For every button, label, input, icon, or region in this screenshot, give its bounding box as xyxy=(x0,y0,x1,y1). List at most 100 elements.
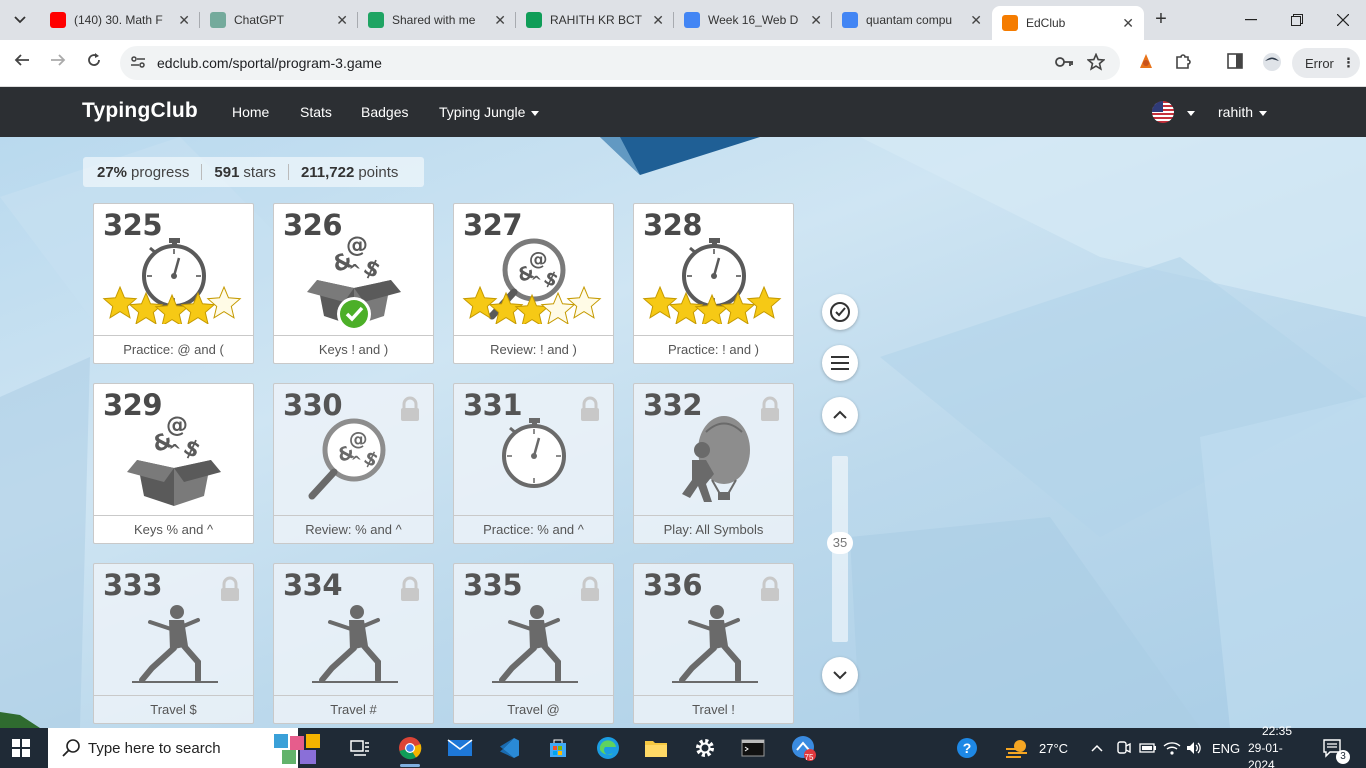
forward-button[interactable] xyxy=(46,51,70,75)
lock-icon xyxy=(581,396,599,421)
new-tab-button[interactable]: + xyxy=(1150,8,1172,30)
weather-widget[interactable]: 27°C xyxy=(1005,728,1068,768)
url-text: edclub.com/sportal/program-3.game xyxy=(157,55,382,71)
profile-avatar[interactable] xyxy=(1261,52,1283,74)
google-docs-icon xyxy=(684,12,700,28)
taskbar-search[interactable]: Type here to search xyxy=(48,728,320,768)
browser-tab[interactable]: ChatGPT ✕ xyxy=(200,6,358,34)
taskbar-search-placeholder: Type here to search xyxy=(88,739,221,757)
progress-percent-label: progress xyxy=(131,163,190,181)
close-tab-icon[interactable]: ✕ xyxy=(1122,15,1134,32)
show-hidden-icons[interactable] xyxy=(1091,728,1103,768)
meet-now-icon[interactable] xyxy=(1115,728,1131,768)
lesson-number: 325 xyxy=(103,208,163,242)
task-view-button[interactable] xyxy=(344,732,376,764)
nav-home[interactable]: Home xyxy=(232,104,269,120)
menu-button[interactable] xyxy=(822,345,858,381)
lesson-number: 331 xyxy=(463,388,523,422)
lesson-card[interactable]: 328 Practice: ! and ) xyxy=(633,203,794,364)
clock[interactable]: 22:35 29-01-2024 xyxy=(1248,724,1306,768)
extension-fox-icon[interactable] xyxy=(1135,52,1157,74)
user-menu[interactable]: rahith xyxy=(1218,104,1268,120)
lesson-card[interactable]: 325 Practice: @ and ( xyxy=(93,203,254,364)
nav-badges[interactable]: Badges xyxy=(361,104,408,120)
search-icon xyxy=(62,739,80,757)
lesson-card[interactable]: 332 Play: All Symbols xyxy=(633,383,794,544)
us-flag-icon[interactable] xyxy=(1152,101,1174,123)
language-dropdown[interactable] xyxy=(1181,104,1195,120)
typingclub-logo[interactable]: TypingClub xyxy=(82,99,198,123)
nav-typing-jungle-label: Typing Jungle xyxy=(439,104,526,120)
lesson-card[interactable]: & @ $ ^ 330 Review: % and ^ xyxy=(273,383,434,544)
clock-time: 22:35 xyxy=(1261,723,1293,738)
close-tab-icon[interactable]: ✕ xyxy=(178,12,190,29)
scroll-up-button[interactable] xyxy=(822,397,858,433)
minimize-button[interactable] xyxy=(1228,0,1274,40)
close-tab-icon[interactable]: ✕ xyxy=(494,12,506,29)
password-key-icon[interactable] xyxy=(1054,53,1074,76)
language-indicator[interactable]: ENG xyxy=(1212,728,1240,768)
extensions-puzzle-icon[interactable] xyxy=(1172,52,1194,74)
tab-search-button[interactable] xyxy=(8,8,32,32)
side-panel-icon[interactable] xyxy=(1224,52,1246,74)
notifications-button[interactable]: 3 xyxy=(1322,728,1350,768)
lesson-number: 328 xyxy=(643,208,703,242)
store-taskbar-app[interactable] xyxy=(542,732,574,764)
browser-tab[interactable]: RAHITH KR BCT ✕ xyxy=(516,6,674,34)
browser-tab[interactable]: Shared with me ✕ xyxy=(358,6,516,34)
lesson-title: Travel $ xyxy=(94,695,253,723)
gear-icon xyxy=(696,739,714,757)
star-rating xyxy=(642,285,782,324)
close-tab-icon[interactable]: ✕ xyxy=(970,12,982,29)
mail-icon xyxy=(447,739,473,756)
address-bar[interactable]: edclub.com/sportal/program-3.game xyxy=(120,46,1120,80)
battery-icon[interactable] xyxy=(1139,728,1157,768)
check-circle-icon xyxy=(830,302,850,322)
nav-typing-jungle[interactable]: Typing Jungle xyxy=(439,104,540,120)
help-icon[interactable]: ? xyxy=(955,728,979,768)
error-menu-button[interactable]: Error ⋮ xyxy=(1292,48,1360,78)
browser-tab-title: EdClub xyxy=(1026,16,1066,30)
browser-tab[interactable]: quantam compu ✕ xyxy=(832,6,992,34)
lesson-card[interactable]: 334 Travel # xyxy=(273,563,434,724)
edge-taskbar-app[interactable] xyxy=(592,732,624,764)
nav-stats[interactable]: Stats xyxy=(300,104,332,120)
mail-taskbar-app[interactable] xyxy=(444,732,476,764)
file-explorer-taskbar-app[interactable] xyxy=(640,732,672,764)
lesson-card[interactable]: 333 Travel $ xyxy=(93,563,254,724)
scroll-position-indicator[interactable]: 35 xyxy=(827,532,853,554)
windows-start-button[interactable] xyxy=(12,739,30,757)
close-tab-icon[interactable]: ✕ xyxy=(810,12,822,29)
lesson-number: 335 xyxy=(463,568,523,602)
svg-text:$: $ xyxy=(179,435,203,464)
terminal-taskbar-app[interactable] xyxy=(737,732,769,764)
browser-tab[interactable]: Week 16_Web D ✕ xyxy=(674,6,832,34)
wifi-icon[interactable] xyxy=(1163,728,1181,768)
lesson-card[interactable]: & @ $ ^ 326 Keys ! and ) xyxy=(273,203,434,364)
restore-button[interactable] xyxy=(1274,0,1320,40)
lesson-card[interactable]: 336 Travel ! xyxy=(633,563,794,724)
lesson-card[interactable]: & @ $ ^ 327 Review: ! and ) xyxy=(453,203,614,364)
check-progress-button[interactable] xyxy=(822,294,858,330)
site-info-icon[interactable] xyxy=(130,54,146,73)
lesson-number: 334 xyxy=(283,568,343,602)
lesson-card[interactable]: 335 Travel @ xyxy=(453,563,614,724)
settings-taskbar-app[interactable] xyxy=(689,732,721,764)
vscode-taskbar-app[interactable] xyxy=(493,732,525,764)
lesson-card[interactable]: 331 Practice: % and ^ xyxy=(453,383,614,544)
browser-tab[interactable]: EdClub ✕ xyxy=(992,6,1144,40)
bookmark-star-icon[interactable] xyxy=(1086,52,1106,76)
lesson-card[interactable]: & @ $ ^ 329 Keys % and ^ xyxy=(93,383,254,544)
scroll-down-button[interactable] xyxy=(822,657,858,693)
reload-button[interactable] xyxy=(82,51,106,75)
browser-tab[interactable]: (140) 30. Math F ✕ xyxy=(40,6,200,34)
back-button[interactable] xyxy=(10,51,34,75)
app-with-badge[interactable]: 75 xyxy=(788,732,820,764)
close-tab-icon[interactable]: ✕ xyxy=(652,12,664,29)
chrome-taskbar-app[interactable] xyxy=(394,732,426,767)
close-tab-icon[interactable]: ✕ xyxy=(336,12,348,29)
chrome-icon xyxy=(399,737,422,760)
close-window-button[interactable] xyxy=(1320,0,1366,40)
volume-icon[interactable] xyxy=(1185,728,1203,768)
app-badge-count: 75 xyxy=(804,753,814,762)
